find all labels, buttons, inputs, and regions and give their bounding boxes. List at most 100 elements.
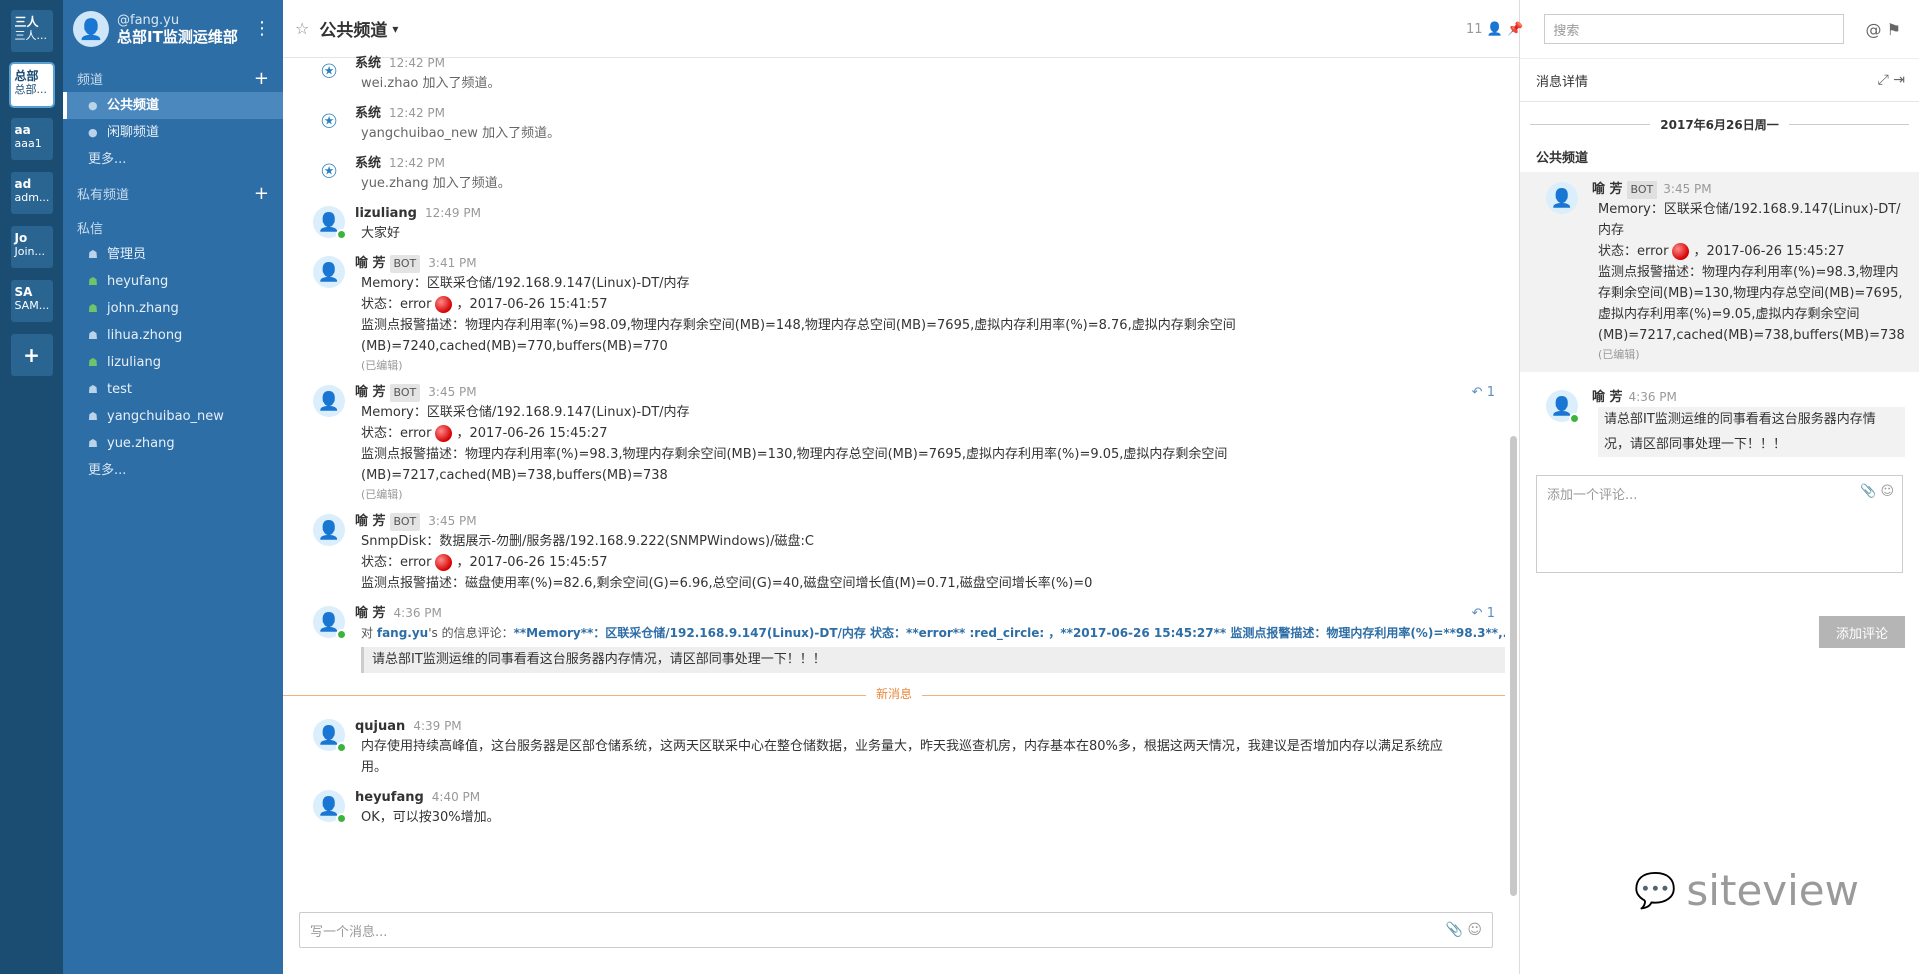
sidebar-item-chat-channel[interactable]: ● 闲聊频道 [63, 119, 283, 146]
channels-section-header: 频道 + [77, 67, 269, 89]
sidebar-item-dm[interactable]: ☗ lihua.zhong [63, 322, 283, 349]
red-circle-icon [435, 554, 453, 571]
chevron-down-icon[interactable]: ▾ [392, 22, 398, 36]
sidebar-item-public-channel[interactable]: ● 公共频道 [63, 92, 283, 119]
sidebar-item-dm[interactable]: ☗ lizuliang [63, 349, 283, 376]
avatar[interactable]: 👤 [313, 385, 345, 417]
dms-more-link[interactable]: 更多... [63, 457, 283, 484]
expand-icon[interactable]: ⤢ [1878, 72, 1889, 88]
user-offline-icon: ☗ [88, 248, 98, 261]
message-input[interactable]: 写一个消息... 📎 ☺ [299, 912, 1493, 948]
reply-message: 👤 喻 芳 4:36 PM 请总部IT监测运维的同事看看这台服务器内存情 况，请区… [1520, 380, 1919, 467]
sidebar-item-dm[interactable]: ☗ john.zhang [63, 295, 283, 322]
header-actions: 11 👤 📌 搜索 @ ⚑ [1466, 0, 1919, 58]
globe-icon: ● [88, 99, 98, 112]
emoji-icon[interactable]: ☺ [1467, 922, 1482, 938]
avatar[interactable]: 👤 [313, 790, 347, 824]
list-item: 👤 ↶ 1 喻 芳 4:36 PM 对 fang.yu's 的信息评论：**Mem… [283, 598, 1505, 677]
online-status-icon [336, 629, 347, 640]
avatar[interactable]: 👤 [313, 256, 345, 288]
message-text: 请总部IT监测运维的同事看看这台服务器内存情况，请区部同事处理一下！！！ [361, 647, 1505, 673]
add-comment-button[interactable]: 添加评论 [1819, 616, 1905, 648]
team-switch-5[interactable]: SA SAM... [10, 280, 53, 322]
add-channel-button[interactable]: + [254, 68, 269, 89]
list-item: 👤 ↶ 1 喻 芳 BOT 3:45 PM Memory：区联采仓储/192.168… [283, 377, 1505, 506]
online-status-icon [336, 813, 347, 824]
message-pane: ☆ 公共频道 ▾ ⍟ 系统 12:42 PM wei.zhao 加入了频道。 ⍟ … [283, 0, 1520, 974]
avatar[interactable]: 👤 [1546, 182, 1578, 214]
team-sidebar: 三人 三人... 总部 总部... aa aaa1 ad adm... Jo Join..… [0, 0, 63, 974]
list-item: ⍟ 系统 12:42 PM wei.zhao 加入了频道。 [283, 48, 1505, 98]
avatar[interactable]: 👤 [1546, 390, 1580, 424]
online-status-icon [336, 742, 347, 753]
user-offline-icon: ☗ [88, 383, 98, 396]
system-logo-icon: ⍟ [321, 156, 337, 187]
list-item: 👤 qujuan 4:39 PM 内存使用持续高峰值，这台服务器是区部仓储系统，这… [283, 711, 1505, 782]
flag-icon[interactable]: ⚑ [1887, 20, 1901, 39]
avatar[interactable]: 👤 [73, 11, 109, 47]
date-separator: 2017年6月26日周一 [1520, 116, 1919, 133]
paperclip-icon[interactable]: 📎 [1860, 484, 1876, 499]
online-status-icon [336, 229, 347, 240]
online-status-icon [1569, 413, 1580, 424]
list-item: 👤 喻 芳 BOT 3:41 PM Memory：区联采仓储/192.168.9.1… [283, 248, 1505, 377]
sidebar-item-dm[interactable]: ☗ test [63, 376, 283, 403]
team-name: 总部IT监测运维部 [117, 28, 238, 46]
bot-badge: BOT [1626, 181, 1658, 199]
emoji-icon[interactable]: ☺ [1880, 484, 1894, 499]
team-switch-1[interactable]: 总部 总部... [10, 64, 53, 106]
kebab-menu-icon[interactable]: ⋮ [253, 18, 271, 39]
reply-button[interactable]: ↶ 1 [1472, 385, 1495, 400]
globe-icon: ● [88, 126, 98, 139]
watermark: 💬 siteview [1634, 866, 1859, 915]
close-panel-icon[interactable]: ⇥ [1893, 72, 1905, 88]
channel-sidebar: 👤 @fang.yu 总部IT监测运维部 ⋮ 频道 + ● 公共频道 ● 闲聊频道 … [63, 0, 283, 974]
channel-title[interactable]: 公共频道 [319, 16, 387, 41]
reply-icon: ↶ [1471, 385, 1483, 400]
add-private-channel-button[interactable]: + [254, 183, 269, 204]
red-circle-icon [435, 296, 453, 313]
detail-header: 消息详情 ⤢ ⇥ [1520, 58, 1919, 102]
user-offline-icon: ☗ [88, 410, 98, 423]
member-count-button[interactable]: 11 👤 📌 [1466, 22, 1523, 37]
paperclip-icon[interactable]: 📎 [1446, 922, 1463, 938]
avatar[interactable]: 👤 [313, 606, 347, 640]
mention-icon[interactable]: @ [1866, 20, 1882, 39]
list-item: 👤 heyufang 4:40 PM OK，可以按30%增加。 [283, 782, 1505, 832]
pin-icon[interactable]: 📌 [1507, 22, 1523, 37]
bot-badge: BOT [389, 384, 421, 402]
private-section-header: 私有频道 + [77, 182, 269, 204]
sidebar-header: 👤 @fang.yu 总部IT监测运维部 ⋮ [63, 0, 283, 58]
search-input[interactable]: 搜索 [1544, 14, 1845, 44]
avatar[interactable]: 👤 [313, 719, 347, 753]
bot-badge: BOT [389, 513, 421, 531]
user-handle: @fang.yu [117, 13, 180, 28]
channels-more-link[interactable]: 更多... [63, 146, 283, 173]
detail-panel: 11 👤 📌 搜索 @ ⚑ 消息详情 ⤢ ⇥ 2017年6月26日周一 公共频道… [1466, 0, 1919, 974]
reply-button[interactable]: ↶ 1 [1472, 606, 1495, 621]
sidebar-item-dm[interactable]: ☗ heyufang [63, 268, 283, 295]
add-team-button[interactable]: + [10, 334, 53, 376]
new-messages-divider: 新消息 [283, 685, 1505, 705]
team-switch-2[interactable]: aa aaa1 [10, 118, 53, 160]
team-switch-4[interactable]: Jo Join... [10, 226, 53, 268]
list-item: ⍟ 系统 12:42 PM yue.zhang 加入了频道。 [283, 148, 1505, 198]
scrollbar[interactable] [1510, 436, 1517, 896]
comment-input[interactable]: 添加一个评论... 📎 ☺ [1536, 475, 1903, 573]
user-online-icon: ☗ [88, 356, 98, 369]
team-switch-3[interactable]: ad adm... [10, 172, 53, 214]
avatar[interactable]: 👤 [313, 206, 347, 240]
comment-reference[interactable]: 对 fang.yu's 的信息评论：**Memory**：区联采仓储/192.1… [355, 623, 1505, 643]
team-switch-0[interactable]: 三人 三人... [10, 10, 53, 52]
list-item: ⍟ 系统 12:42 PM yangchuibao_new 加入了频道。 [283, 98, 1505, 148]
sidebar-item-dm[interactable]: ☗ 管理员 [63, 241, 283, 268]
message-list: ⍟ 系统 12:42 PM wei.zhao 加入了频道。 ⍟ 系统 12:42 P… [283, 48, 1505, 904]
sidebar-item-dm[interactable]: ☗ yue.zhang [63, 430, 283, 457]
reply-icon: ↶ [1471, 606, 1483, 621]
red-circle-icon [435, 425, 453, 442]
sidebar-item-dm[interactable]: ☗ yangchuibao_new [63, 403, 283, 430]
user-offline-icon: ☗ [88, 329, 98, 342]
list-item: 👤 lizuliang 12:49 PM 大家好 [283, 198, 1505, 248]
star-icon[interactable]: ☆ [295, 19, 309, 38]
avatar[interactable]: 👤 [313, 514, 345, 546]
